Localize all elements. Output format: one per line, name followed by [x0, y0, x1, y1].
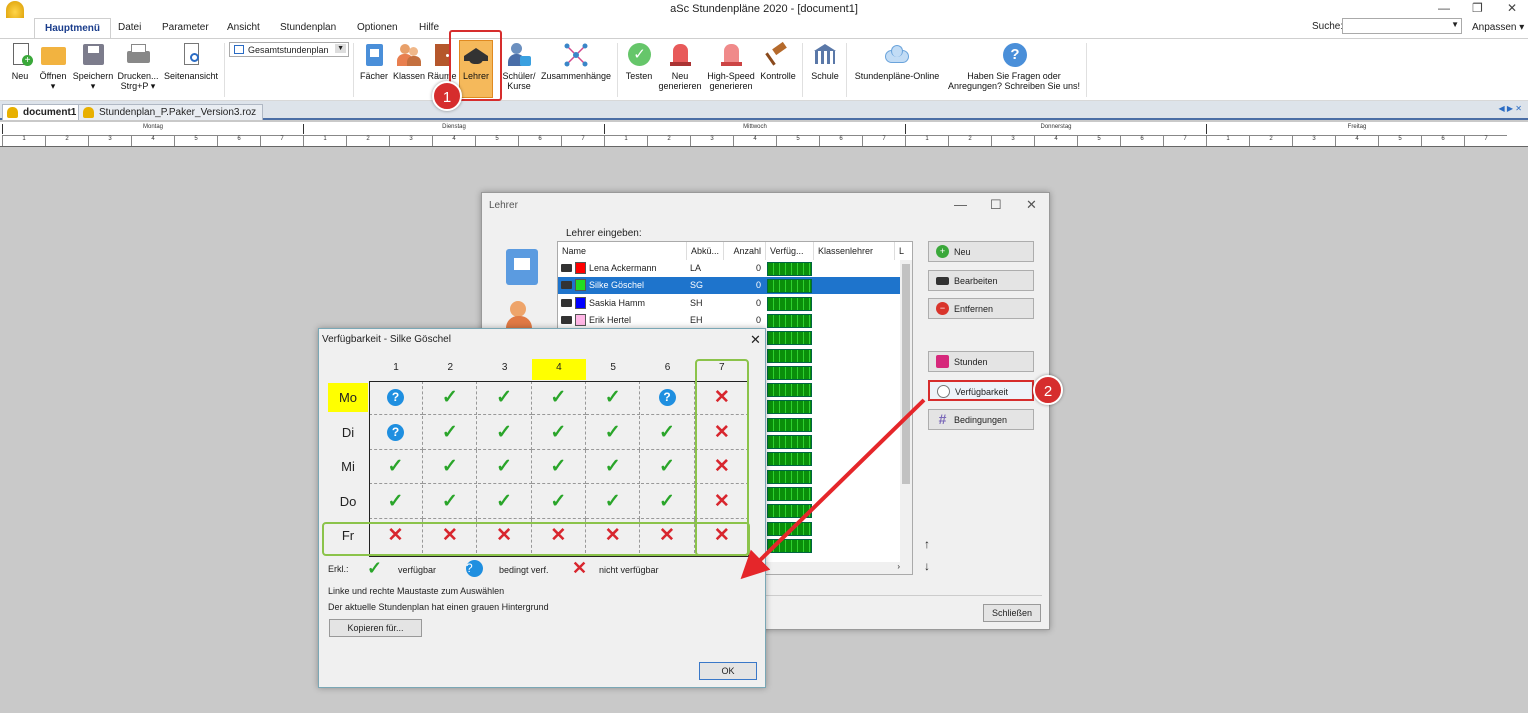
- annotation-arrow: [740, 398, 926, 580]
